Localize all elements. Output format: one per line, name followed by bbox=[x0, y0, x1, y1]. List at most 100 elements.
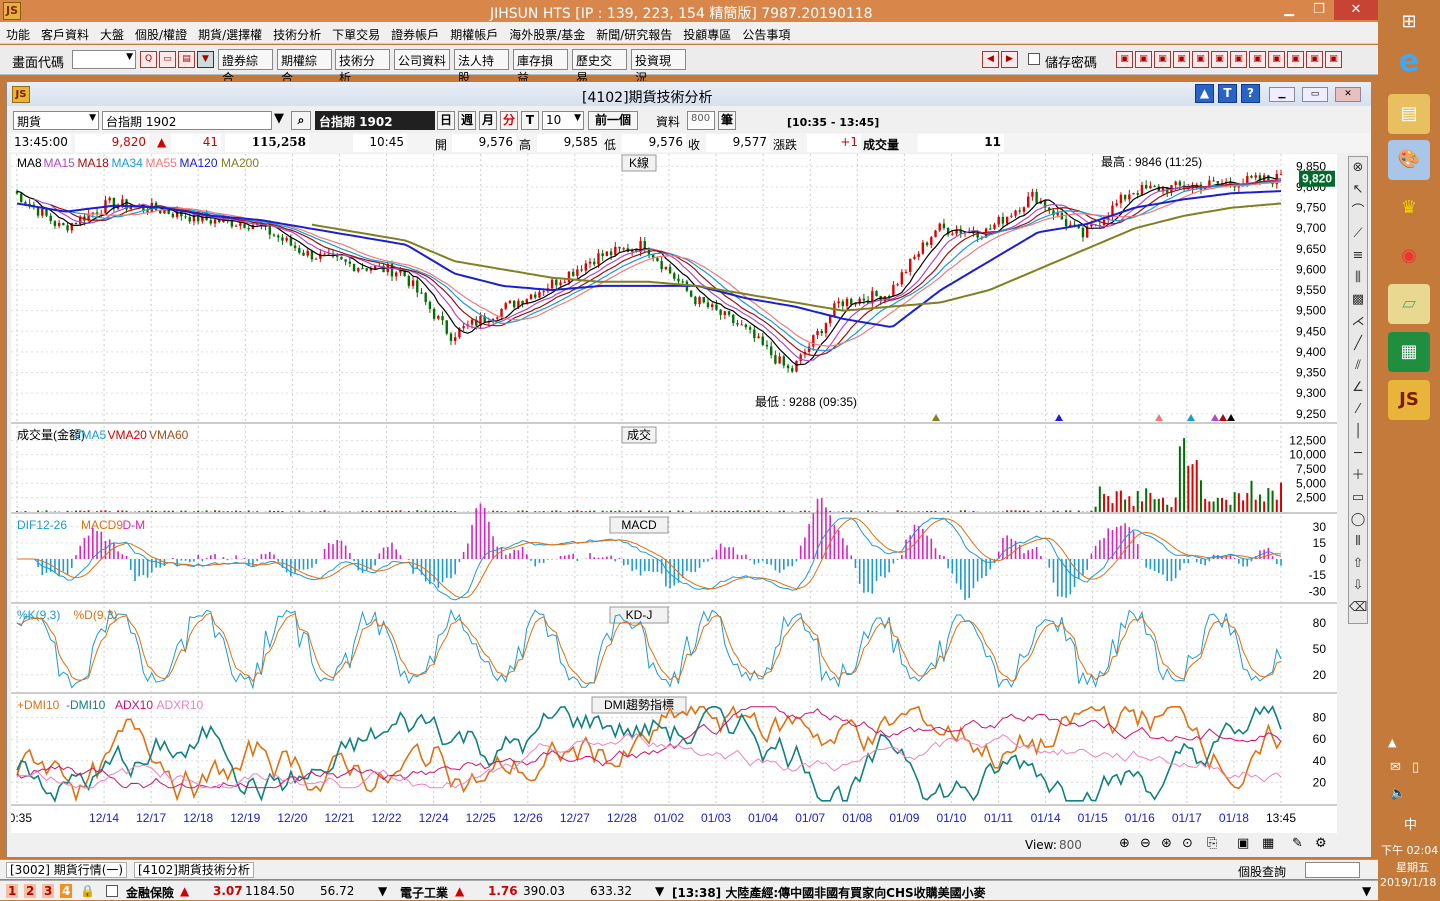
search-icon[interactable]: Q bbox=[140, 51, 157, 68]
network-icon[interactable]: ▯ bbox=[1412, 760, 1419, 775]
data-count-input[interactable]: 800 bbox=[687, 111, 715, 130]
news-dropdown-icon[interactable]: ▼ bbox=[1362, 884, 1371, 898]
zoom-reset-icon[interactable]: ⊛ bbox=[1161, 836, 1172, 851]
table-icon[interactable]: ▦ bbox=[1262, 836, 1274, 851]
ind2-dropdown-icon[interactable]: ▼ bbox=[655, 884, 664, 898]
pointer-tool-icon[interactable]: ↖ bbox=[1349, 179, 1367, 201]
period-month-button[interactable]: 月 bbox=[479, 111, 497, 130]
chrome-icon[interactable]: ◉ bbox=[1388, 236, 1430, 276]
menu-item[interactable]: 功能 bbox=[0, 22, 35, 43]
layout-icon[interactable]: ▣ bbox=[1237, 836, 1249, 851]
export-icon[interactable]: ▣ bbox=[1325, 51, 1342, 68]
tray-expand-icon[interactable]: ▲ bbox=[1388, 736, 1396, 749]
text-icon[interactable]: T bbox=[1218, 84, 1237, 103]
toolbar-button[interactable]: 法人持股 bbox=[454, 49, 509, 70]
clock-time[interactable]: 下午 02:04 bbox=[1381, 842, 1438, 858]
zoom-in-icon[interactable]: ⊕ bbox=[1119, 836, 1130, 851]
menu-item[interactable]: 新聞/研究報告 bbox=[590, 22, 677, 43]
angle-tool-icon[interactable]: ∠ bbox=[1349, 377, 1367, 399]
minimize-button[interactable]: ▁ bbox=[1274, 0, 1304, 20]
forward-icon[interactable]: ▶ bbox=[1001, 51, 1018, 68]
toolbar-button[interactable]: 公司資料 bbox=[394, 49, 450, 70]
save-password-checkbox[interactable] bbox=[1028, 53, 1040, 65]
search-symbol-icon[interactable]: ⌕ bbox=[291, 111, 311, 130]
jihsun-app-icon[interactable]: JS bbox=[1388, 380, 1430, 420]
toolbar-button[interactable]: 證券綜合 bbox=[218, 49, 273, 70]
toolbar-button[interactable]: 歷史交易 bbox=[572, 49, 627, 70]
sticky-notes-icon[interactable]: ▱ bbox=[1388, 284, 1430, 324]
menu-item[interactable]: 個股/權證 bbox=[129, 22, 192, 43]
period-week-button[interactable]: 週 bbox=[458, 111, 476, 130]
sync-icon[interactable]: ▣ bbox=[1268, 51, 1285, 68]
period-minute-button[interactable]: 分 bbox=[500, 111, 518, 130]
mail-icon[interactable]: ▣ bbox=[1287, 51, 1304, 68]
export-icon[interactable]: ⎘ bbox=[1207, 836, 1217, 851]
zoom-out-icon[interactable]: ⊖ bbox=[1140, 836, 1151, 851]
menu-item[interactable]: 期貨/選擇權 bbox=[192, 22, 267, 43]
arc-tool-icon[interactable]: ⌒ bbox=[1349, 201, 1367, 223]
tech-chart[interactable]: 9,8509,8009,7509,7009,6509,6009,5509,500… bbox=[11, 154, 1337, 834]
toolbar-button[interactable]: 技術分析 bbox=[335, 49, 390, 70]
excel-icon[interactable]: ▦ bbox=[1388, 332, 1430, 372]
lock-icon[interactable]: 🔒 bbox=[80, 884, 95, 898]
period-day-button[interactable]: 日 bbox=[437, 111, 455, 130]
menu-item[interactable]: 海外股票/基金 bbox=[503, 22, 590, 43]
ellipse-tool-icon[interactable]: ◯ bbox=[1349, 509, 1367, 531]
crown-app-icon[interactable]: ♛ bbox=[1388, 188, 1430, 228]
menu-item[interactable]: 下單交易 bbox=[326, 22, 385, 43]
help-icon[interactable]: ? bbox=[1241, 84, 1260, 103]
arrow-up-tool-icon[interactable]: ⇧ bbox=[1349, 553, 1367, 575]
instrument-type-select[interactable]: 期貨▼ bbox=[13, 111, 99, 130]
menu-item[interactable]: 證券帳戶 bbox=[385, 22, 444, 43]
screen-1-button[interactable]: 1 bbox=[6, 884, 18, 898]
volume-icon[interactable]: 🔈 bbox=[1390, 786, 1406, 801]
edit-icon[interactable]: ▣ bbox=[1173, 51, 1190, 68]
pen-icon[interactable]: ✎ bbox=[1292, 836, 1303, 851]
symbol-select[interactable]: 台指期 1902 bbox=[102, 111, 272, 130]
inner-minimize-button[interactable]: ▁ bbox=[1269, 87, 1295, 102]
menu-item[interactable]: 投顧專區 bbox=[677, 22, 736, 43]
prev-button[interactable]: 前一個 bbox=[588, 111, 638, 130]
screen-3-button[interactable]: 3 bbox=[42, 884, 54, 898]
vlines-tool-icon[interactable]: ⫼ bbox=[1349, 267, 1367, 289]
line-tool-icon[interactable]: ⁄ bbox=[1349, 399, 1367, 421]
close-button[interactable]: ✕ bbox=[1334, 0, 1378, 20]
tab-tech-analysis[interactable]: [4102]期貨技術分析 bbox=[134, 862, 254, 878]
symbol-dropdown-icon[interactable]: ▼ bbox=[274, 111, 284, 126]
paint-icon[interactable]: 🎨 bbox=[1388, 140, 1430, 180]
inner-close-button[interactable]: ✕ bbox=[1335, 87, 1361, 102]
folder-icon[interactable]: ▭ bbox=[159, 51, 176, 68]
cross-tool-icon[interactable]: ＋ bbox=[1349, 465, 1367, 487]
menu-item[interactable]: 公告事項 bbox=[736, 22, 795, 43]
maximize-button[interactable]: ❐ bbox=[1304, 0, 1334, 20]
back-icon[interactable]: ◀ bbox=[982, 51, 999, 68]
menu-item[interactable]: 客戶資料 bbox=[35, 22, 94, 43]
cancel-tool-icon[interactable]: ⊗ bbox=[1349, 157, 1367, 179]
screen-code-input[interactable] bbox=[72, 50, 136, 69]
hlines-tool-icon[interactable]: ≡ bbox=[1349, 245, 1367, 267]
print-icon[interactable]: ▣ bbox=[1306, 51, 1323, 68]
tray-app-icon[interactable]: ✉ bbox=[1390, 760, 1401, 775]
menu-item[interactable]: 期權帳戶 bbox=[444, 22, 503, 43]
cancel-icon[interactable]: ▣ bbox=[1135, 51, 1152, 68]
menu-item[interactable]: 技術分析 bbox=[267, 22, 326, 43]
dropdown-icon[interactable]: ▼ bbox=[197, 51, 214, 68]
file-explorer-icon[interactable]: ▤ bbox=[1388, 94, 1430, 134]
ticker-checkbox[interactable] bbox=[106, 885, 118, 897]
ruler-tool-icon[interactable]: ⟋ bbox=[1349, 223, 1367, 245]
horizontal-line-tool-icon[interactable]: ─ bbox=[1349, 443, 1367, 465]
unit-button[interactable]: 筆 bbox=[718, 111, 736, 130]
print-icon[interactable]: ▤ bbox=[178, 51, 195, 68]
period-tick-button[interactable]: T bbox=[521, 111, 539, 130]
parallel-tool-icon[interactable]: ⫽ bbox=[1349, 355, 1367, 377]
settings-gear-icon[interactable]: ⚙ bbox=[1315, 836, 1327, 851]
screen-4-button[interactable]: 4 bbox=[60, 884, 72, 898]
arrow-down-tool-icon[interactable]: ⇩ bbox=[1349, 575, 1367, 597]
screen-2-button[interactable]: 2 bbox=[24, 884, 36, 898]
menu-item[interactable]: 大盤 bbox=[94, 22, 129, 43]
interval-select[interactable]: 10▼ bbox=[542, 111, 584, 130]
up-icon[interactable]: ▲ bbox=[1195, 84, 1214, 103]
zoom-fit-icon[interactable]: ⊙ bbox=[1182, 836, 1193, 851]
toolbar-button[interactable]: 庫存損益 bbox=[513, 49, 568, 70]
chart-icon[interactable]: ▣ bbox=[1116, 51, 1133, 68]
